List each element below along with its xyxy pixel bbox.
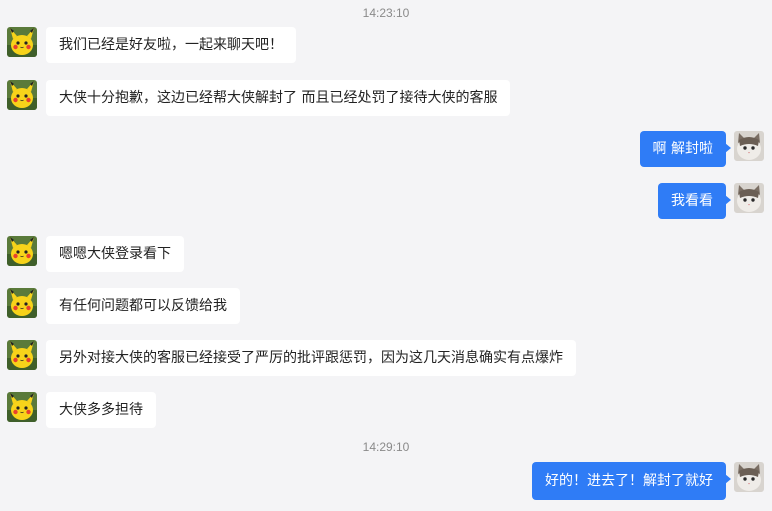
message-row-incoming: 我们已经是好友啦，一起来聊天吧！ xyxy=(0,27,772,63)
cat-avatar-icon xyxy=(734,462,764,492)
contact-avatar[interactable] xyxy=(7,236,37,266)
timestamp: 14:23:10 xyxy=(362,6,410,20)
message-row-incoming: 大侠多多担待 xyxy=(0,392,772,428)
message-bubble[interactable]: 有任何问题都可以反馈给我 xyxy=(46,288,240,324)
message-bubble[interactable]: 另外对接大侠的客服已经接受了严厉的批评跟惩罚，因为这几天消息确实有点爆炸 xyxy=(46,340,576,376)
pikachu-avatar-icon xyxy=(7,340,37,370)
message-bubble[interactable]: 我看看 xyxy=(658,183,731,219)
message-bubble[interactable]: 嗯嗯大侠登录看下 xyxy=(46,236,184,272)
pikachu-avatar-icon xyxy=(7,80,37,110)
message-bubble[interactable]: 我们已经是好友啦，一起来聊天吧！ xyxy=(46,27,296,63)
message-bubble[interactable]: 好的！进去了！解封了就好 xyxy=(532,462,731,500)
message-row-incoming: 大侠十分抱歉，这边已经帮大侠解封了 而且已经处罚了接待大侠的客服 xyxy=(0,80,772,116)
contact-avatar[interactable] xyxy=(7,340,37,370)
cat-avatar-icon xyxy=(734,183,764,213)
message-bubble[interactable]: 大侠十分抱歉，这边已经帮大侠解封了 而且已经处罚了接待大侠的客服 xyxy=(46,80,511,116)
my-avatar[interactable] xyxy=(734,462,764,492)
contact-avatar[interactable] xyxy=(7,80,37,110)
timestamp: 14:29:10 xyxy=(362,440,410,454)
pikachu-avatar-icon xyxy=(7,236,37,266)
pikachu-avatar-icon xyxy=(7,392,37,422)
message-row-outgoing: 啊 解封啦 xyxy=(0,131,772,167)
pikachu-avatar-icon xyxy=(7,288,37,318)
my-avatar[interactable] xyxy=(734,131,764,161)
message-row-incoming: 嗯嗯大侠登录看下 xyxy=(0,236,772,272)
message-bubble[interactable]: 啊 解封啦 xyxy=(639,131,732,167)
message-row-incoming: 另外对接大侠的客服已经接受了严厉的批评跟惩罚，因为这几天消息确实有点爆炸 xyxy=(0,340,772,376)
contact-avatar[interactable] xyxy=(7,27,37,57)
cat-avatar-icon xyxy=(734,131,764,161)
message-row-outgoing: 好的！进去了！解封了就好 xyxy=(0,462,772,500)
contact-avatar[interactable] xyxy=(7,288,37,318)
message-bubble[interactable]: 大侠多多担待 xyxy=(46,392,156,428)
message-row-outgoing: 我看看 xyxy=(0,183,772,219)
message-row-incoming: 有任何问题都可以反馈给我 xyxy=(0,288,772,324)
contact-avatar[interactable] xyxy=(7,392,37,422)
my-avatar[interactable] xyxy=(734,183,764,213)
pikachu-avatar-icon xyxy=(7,27,37,57)
chat-message-list[interactable]: 14:23:10 我们已经是好友啦，一起来聊天吧！ 大侠十分抱歉，这边已经帮大侠… xyxy=(0,0,772,511)
